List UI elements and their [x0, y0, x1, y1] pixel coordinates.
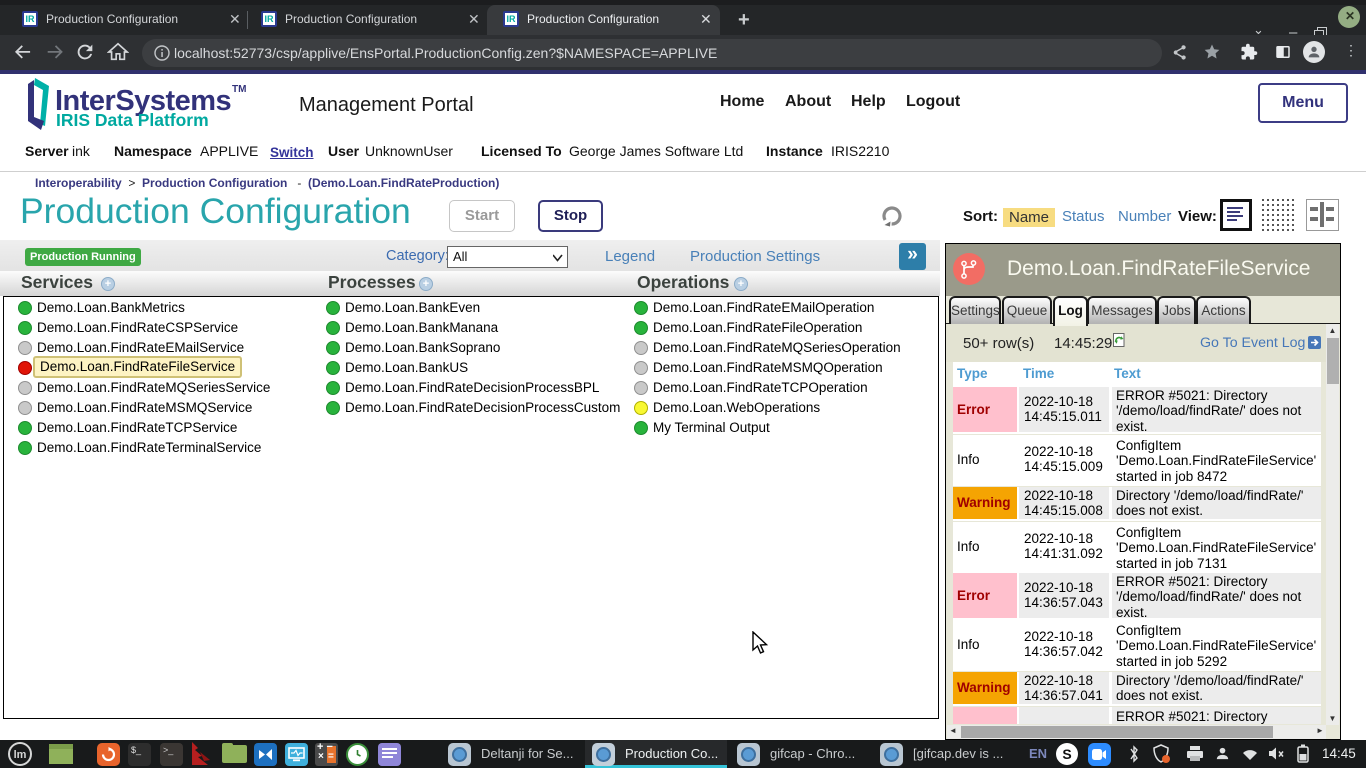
- svg-text:IRIS Data Platform: IRIS Data Platform: [56, 110, 209, 130]
- svg-text:TM: TM: [232, 84, 246, 95]
